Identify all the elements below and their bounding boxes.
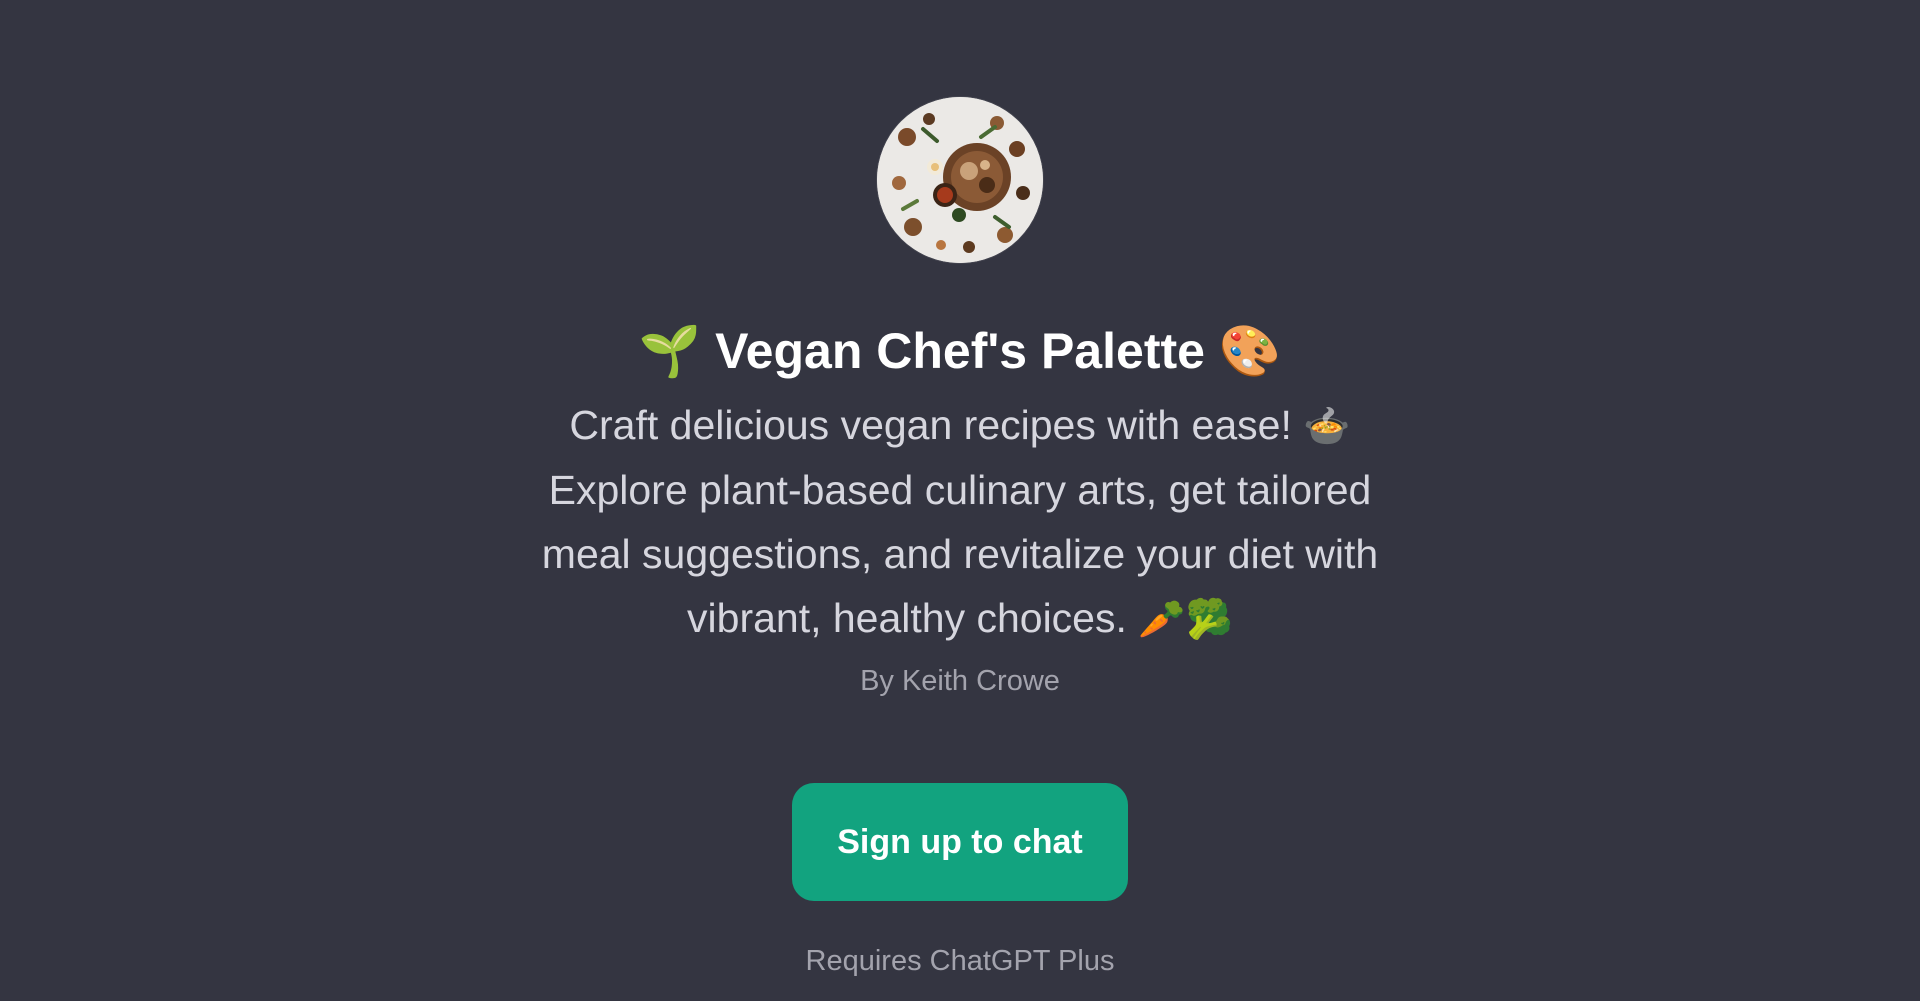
- gpt-avatar: [877, 97, 1043, 263]
- gpt-landing-page: 🌱 Vegan Chef's Palette 🎨 Craft delicious…: [0, 0, 1920, 1001]
- description-line: Explore plant-based culinary arts, get t…: [548, 467, 1372, 513]
- author-byline: By Keith Crowe: [860, 665, 1060, 697]
- description-line: Craft delicious vegan recipes with ease!…: [569, 402, 1351, 448]
- palette-icon: 🎨: [1218, 322, 1282, 380]
- description-line: meal suggestions, and revitalize your di…: [541, 531, 1379, 577]
- vegan-food-avatar-icon: [877, 97, 1043, 263]
- sign-up-to-chat-button[interactable]: Sign up to chat: [792, 783, 1128, 901]
- broccoli-icon: 🥦: [1185, 597, 1233, 641]
- gpt-description: Craft delicious vegan recipes with ease!…: [480, 393, 1440, 651]
- requires-plus-note: Requires ChatGPT Plus: [805, 945, 1115, 977]
- pot-of-food-icon: 🍲: [1303, 404, 1351, 448]
- gpt-title: Vegan Chef's Palette: [715, 323, 1205, 379]
- title-row: 🌱 Vegan Chef's Palette 🎨: [639, 315, 1281, 387]
- description-line: vibrant, healthy choices. 🥕🥦: [687, 595, 1233, 641]
- seedling-icon: 🌱: [638, 322, 702, 380]
- carrot-icon: 🥕: [1138, 597, 1186, 641]
